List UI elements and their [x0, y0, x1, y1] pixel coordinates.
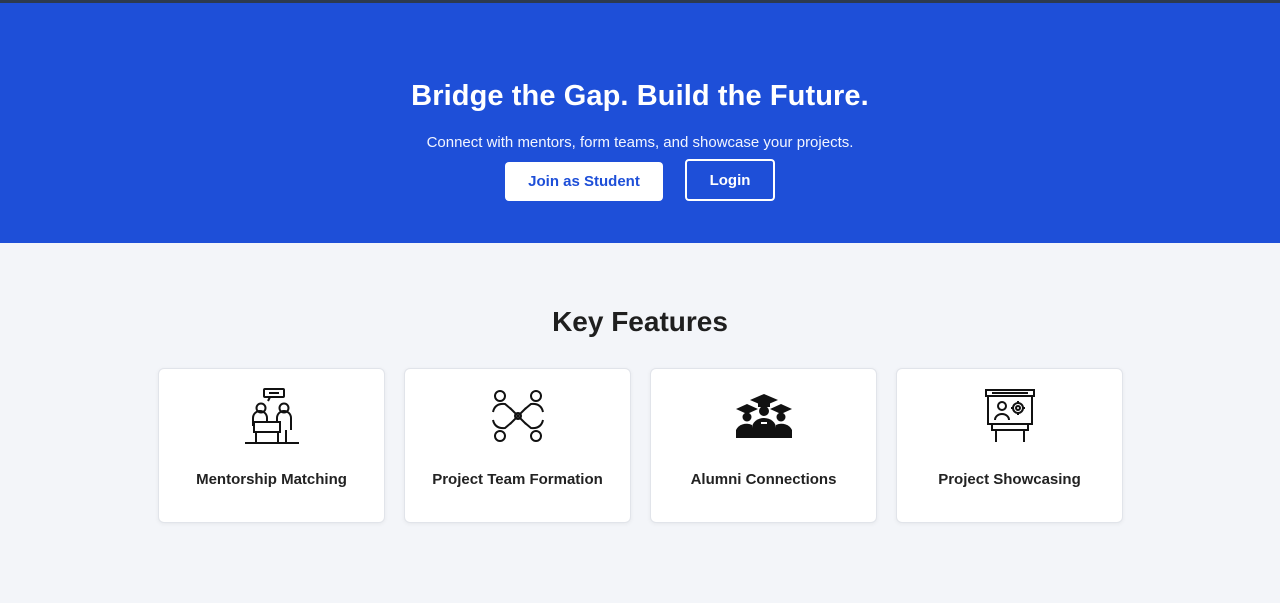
- join-as-student-button[interactable]: Join as Student: [505, 162, 663, 201]
- hero-banner: Bridge the Gap. Build the Future. Connec…: [0, 3, 1280, 243]
- feature-card-mentorship[interactable]: Mentorship Matching: [158, 368, 385, 523]
- feature-label: Mentorship Matching: [196, 471, 347, 488]
- features-section: Key Features Mentorship Matching Project…: [0, 243, 1280, 603]
- feature-card-showcasing[interactable]: Project Showcasing: [896, 368, 1123, 523]
- feature-card-team-formation[interactable]: Project Team Formation: [404, 368, 631, 523]
- graduates-icon: [735, 394, 792, 438]
- hero-title: Bridge the Gap. Build the Future.: [411, 80, 869, 112]
- login-button[interactable]: Login: [685, 159, 775, 201]
- feature-label: Project Showcasing: [938, 471, 1081, 488]
- feature-label: Alumni Connections: [690, 471, 837, 488]
- team-formation-icon: [491, 390, 544, 442]
- feature-cards: Mentorship Matching Project Team Formati…: [158, 368, 1123, 523]
- feature-label: Project Team Formation: [432, 471, 603, 488]
- hero-actions: Join as Student Login: [0, 159, 1280, 201]
- features-heading: Key Features: [552, 306, 728, 337]
- feature-card-alumni[interactable]: Alumni Connections: [650, 368, 877, 523]
- hero-subtitle: Connect with mentors, form teams, and sh…: [426, 134, 854, 151]
- mentorship-icon: [244, 388, 299, 444]
- presentation-icon: [984, 389, 1035, 442]
